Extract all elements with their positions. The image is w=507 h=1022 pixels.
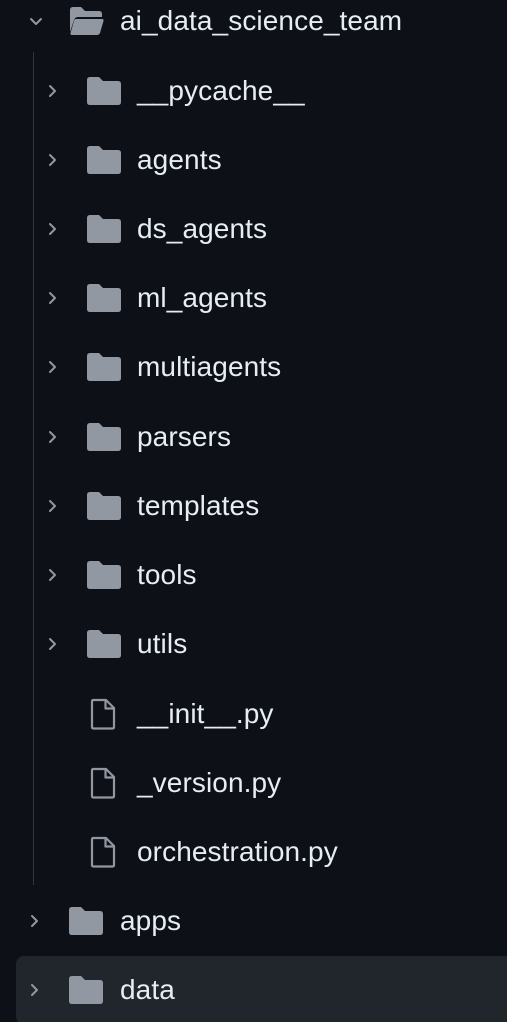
tree-item-data[interactable]: data <box>16 956 507 1022</box>
tree-item-init-py[interactable]: __init__.py <box>0 680 507 748</box>
chevron-right-icon[interactable] <box>24 980 44 1000</box>
chevron-right-icon[interactable] <box>42 288 62 308</box>
tree-item-ai-data-science-team[interactable]: ai_data_science_team <box>0 0 507 55</box>
tree-item-utils[interactable]: utils <box>0 610 507 678</box>
tree-item-label: orchestration.py <box>137 836 338 867</box>
file-icon <box>90 836 116 868</box>
folder-icon <box>86 145 122 175</box>
folder-icon <box>86 76 122 106</box>
file-icon <box>90 767 116 799</box>
tree-item-templates[interactable]: templates <box>0 472 507 540</box>
file-tree: ai_data_science_team __pycache__ agents … <box>0 0 507 1022</box>
tree-item-label: ds_agents <box>137 213 268 244</box>
tree-item-label: apps <box>120 905 182 936</box>
tree-item-label: __init__.py <box>137 698 274 729</box>
tree-item-label: tools <box>137 559 197 590</box>
chevron-right-icon[interactable] <box>42 565 62 585</box>
chevron-down-icon[interactable] <box>26 11 46 31</box>
folder-icon <box>86 422 122 452</box>
tree-item-label: data <box>120 974 175 1005</box>
chevron-right-icon[interactable] <box>42 81 62 101</box>
tree-item-label: ml_agents <box>137 282 268 313</box>
chevron-right-icon[interactable] <box>42 150 62 170</box>
chevron-right-icon[interactable] <box>42 357 62 377</box>
tree-item-pycache[interactable]: __pycache__ <box>0 57 507 125</box>
file-icon <box>90 698 116 730</box>
chevron-right-icon[interactable] <box>42 634 62 654</box>
tree-item-label: utils <box>137 628 188 659</box>
folder-icon <box>68 975 104 1005</box>
tree-item-agents[interactable]: agents <box>0 126 507 194</box>
tree-item-multiagents[interactable]: multiagents <box>0 333 507 401</box>
tree-item-ds-agents[interactable]: ds_agents <box>0 195 507 263</box>
chevron-right-icon[interactable] <box>24 911 44 931</box>
tree-item-label: agents <box>137 144 222 175</box>
tree-item-label: __pycache__ <box>137 75 305 106</box>
folder-icon <box>86 214 122 244</box>
tree-item-parsers[interactable]: parsers <box>0 403 507 471</box>
tree-item-ml-agents[interactable]: ml_agents <box>0 264 507 332</box>
tree-item-label: ai_data_science_team <box>120 5 403 36</box>
tree-item-label: multiagents <box>137 351 282 382</box>
folder-icon <box>68 906 104 936</box>
tree-item-label: _version.py <box>137 767 282 798</box>
chevron-right-icon[interactable] <box>42 427 62 447</box>
tree-item-orchestration-py[interactable]: orchestration.py <box>0 818 507 886</box>
chevron-right-icon[interactable] <box>42 219 62 239</box>
folder-icon <box>86 283 122 313</box>
tree-item-label: templates <box>137 490 260 521</box>
folder-icon <box>86 491 122 521</box>
folder-icon <box>86 560 122 590</box>
folder-open-icon <box>68 6 104 36</box>
tree-item-tools[interactable]: tools <box>0 541 507 609</box>
folder-icon <box>86 352 122 382</box>
tree-item-version-py[interactable]: _version.py <box>0 749 507 817</box>
tree-item-label: parsers <box>137 421 232 452</box>
folder-icon <box>86 629 122 659</box>
chevron-right-icon[interactable] <box>42 496 62 516</box>
tree-item-apps[interactable]: apps <box>0 887 507 955</box>
